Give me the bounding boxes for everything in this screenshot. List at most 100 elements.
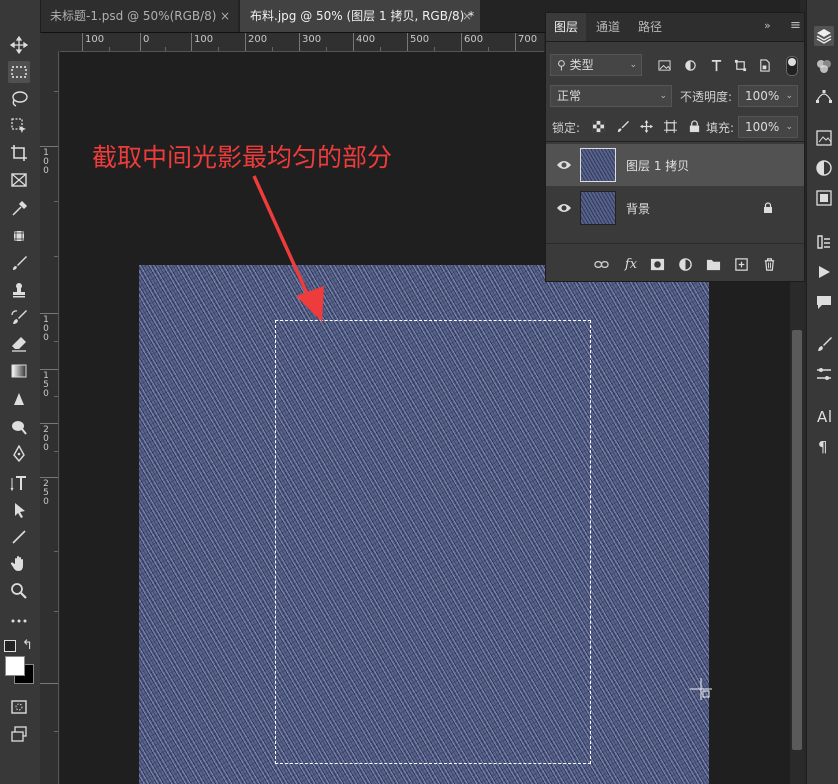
line-tool-icon[interactable] xyxy=(8,526,30,548)
brush-settings-icon[interactable] xyxy=(814,364,834,384)
properties-panel-icon[interactable] xyxy=(814,188,834,208)
close-tab-icon[interactable]: × xyxy=(462,0,472,32)
path-selection-tool-icon[interactable] xyxy=(8,499,30,521)
filter-type-icon[interactable] xyxy=(708,57,724,73)
frame-tool-icon[interactable] xyxy=(8,169,30,191)
document-tab-fabric[interactable]: 布料.jpg @ 50% (图层 1 拷贝, RGB/8) * × xyxy=(240,0,480,32)
svg-text:¶: ¶ xyxy=(818,438,828,455)
history-brush-tool-icon[interactable] xyxy=(8,306,30,328)
move-tool-icon[interactable] xyxy=(8,34,30,56)
character-panel-icon[interactable]: A xyxy=(814,406,834,426)
lock-icon xyxy=(764,202,772,213)
collapse-icon[interactable]: » xyxy=(764,19,771,32)
visibility-eye-icon[interactable] xyxy=(556,200,572,216)
brush-tool-icon[interactable] xyxy=(8,252,30,274)
ruler-label: 0 xyxy=(43,389,49,399)
panel-menu-icon[interactable]: ≡ xyxy=(790,18,801,33)
close-tab-icon[interactable]: × xyxy=(220,0,230,32)
crosshair-cursor-icon xyxy=(690,678,712,700)
more-tools-icon[interactable] xyxy=(8,610,30,632)
hand-tool-icon[interactable] xyxy=(8,553,30,575)
delete-layer-icon[interactable] xyxy=(760,255,778,273)
layer-row-copy[interactable]: 图层 1 拷贝 xyxy=(546,144,804,186)
ruler-label: 0 xyxy=(43,166,49,176)
horizontal-ruler[interactable]: 100 0 100 200 300 400 500 600 700 xyxy=(60,33,544,52)
marquee-selection[interactable] xyxy=(275,320,591,764)
rectangular-marquee-tool-icon[interactable] xyxy=(8,61,30,83)
healing-brush-tool-icon[interactable] xyxy=(8,225,30,247)
filter-kind-select[interactable]: ⚲ 类型 ⌄ xyxy=(550,54,642,76)
lasso-tool-icon[interactable] xyxy=(8,88,30,110)
opacity-label: 不透明度: xyxy=(680,90,733,104)
filter-toggle[interactable] xyxy=(786,56,798,76)
paragraph-panel-icon[interactable]: ¶ xyxy=(814,436,834,456)
layer-name: 图层 1 拷贝 xyxy=(626,159,690,173)
blend-mode-select[interactable]: 正常 ⌄ xyxy=(550,85,672,107)
tab-layers[interactable]: 图层 xyxy=(546,13,587,41)
default-colors-icon[interactable] xyxy=(4,640,16,652)
lock-position-icon[interactable] xyxy=(638,118,654,134)
comments-panel-icon[interactable] xyxy=(814,292,834,312)
lock-transparent-pixels-icon[interactable] xyxy=(590,118,606,134)
filter-adjustment-icon[interactable] xyxy=(682,57,698,73)
ruler-label: 0 xyxy=(43,333,49,343)
blur-tool-icon[interactable] xyxy=(8,389,30,411)
scrollbar-thumb[interactable] xyxy=(792,330,802,750)
eyedropper-tool-icon[interactable] xyxy=(8,198,30,220)
actions-panel-icon[interactable] xyxy=(814,262,834,282)
lock-artboard-icon[interactable] xyxy=(662,118,678,134)
history-panel-icon[interactable] xyxy=(814,232,834,252)
filter-shape-icon[interactable] xyxy=(732,57,748,73)
foreground-color-swatch[interactable] xyxy=(5,656,25,676)
crop-tool-icon[interactable] xyxy=(8,142,30,164)
lock-all-icon[interactable] xyxy=(686,118,702,134)
document-tab-untitled[interactable]: 未标题-1.psd @ 50%(RGB/8) × xyxy=(40,0,238,32)
channels-panel-icon[interactable] xyxy=(814,56,834,76)
fill-input[interactable]: 100% ⌄ xyxy=(738,116,798,138)
libraries-panel-icon[interactable] xyxy=(814,128,834,148)
annotation-arrow-icon xyxy=(252,175,324,322)
zoom-tool-icon[interactable] xyxy=(8,580,30,602)
screen-mode-icon[interactable] xyxy=(8,723,30,745)
object-selection-tool-icon[interactable] xyxy=(8,115,30,137)
adjustments-panel-icon[interactable] xyxy=(814,158,834,178)
gradient-tool-icon[interactable] xyxy=(8,360,30,382)
filter-pixel-icon[interactable] xyxy=(656,57,672,73)
filter-kind-value: 类型 xyxy=(569,58,594,72)
swap-colors-icon[interactable]: ↰ xyxy=(22,638,33,653)
new-adjustment-layer-icon[interactable] xyxy=(676,255,694,273)
dodge-tool-icon[interactable] xyxy=(8,416,30,438)
eraser-tool-icon[interactable] xyxy=(8,333,30,355)
visibility-eye-icon[interactable] xyxy=(556,157,572,173)
new-group-icon[interactable] xyxy=(704,255,722,273)
blend-mode-value: 正常 xyxy=(557,89,582,103)
new-layer-icon[interactable] xyxy=(732,255,750,273)
add-mask-icon[interactable] xyxy=(648,255,666,273)
link-layers-icon[interactable] xyxy=(592,255,610,273)
layer-style-fx-icon[interactable]: fx xyxy=(622,255,640,273)
tools-panel: ↰ xyxy=(0,0,41,784)
lock-image-pixels-icon[interactable] xyxy=(614,118,630,134)
opacity-value: 100% xyxy=(745,89,780,103)
layer-name: 背景 xyxy=(626,202,651,216)
brushes-panel-icon[interactable] xyxy=(814,334,834,354)
filter-smart-object-icon[interactable] xyxy=(756,57,772,73)
clone-stamp-tool-icon[interactable] xyxy=(8,279,30,301)
layer-thumbnail xyxy=(580,191,616,225)
tab-channels[interactable]: 通道 xyxy=(588,13,628,41)
vertical-ruler[interactable]: 1 0 0 1 0 0 1 5 0 2 0 0 2 5 0 xyxy=(40,51,59,784)
pen-tool-icon[interactable] xyxy=(8,443,30,465)
layers-panel-icon[interactable] xyxy=(814,26,834,46)
quick-mask-icon[interactable] xyxy=(8,696,30,718)
layer-thumbnail xyxy=(580,148,616,182)
tab-paths[interactable]: 路径 xyxy=(630,13,670,41)
layer-row-background[interactable]: 背景 xyxy=(546,187,804,229)
ruler-label: 300 xyxy=(302,34,322,45)
paths-panel-icon[interactable] xyxy=(814,86,834,106)
opacity-input[interactable]: 100% ⌄ xyxy=(738,85,798,107)
ruler-label: 200 xyxy=(248,34,268,45)
divider xyxy=(546,243,804,244)
ruler-label: 600 xyxy=(464,34,484,45)
ruler-label: 100 xyxy=(194,34,214,45)
type-tool-icon[interactable] xyxy=(8,472,30,494)
